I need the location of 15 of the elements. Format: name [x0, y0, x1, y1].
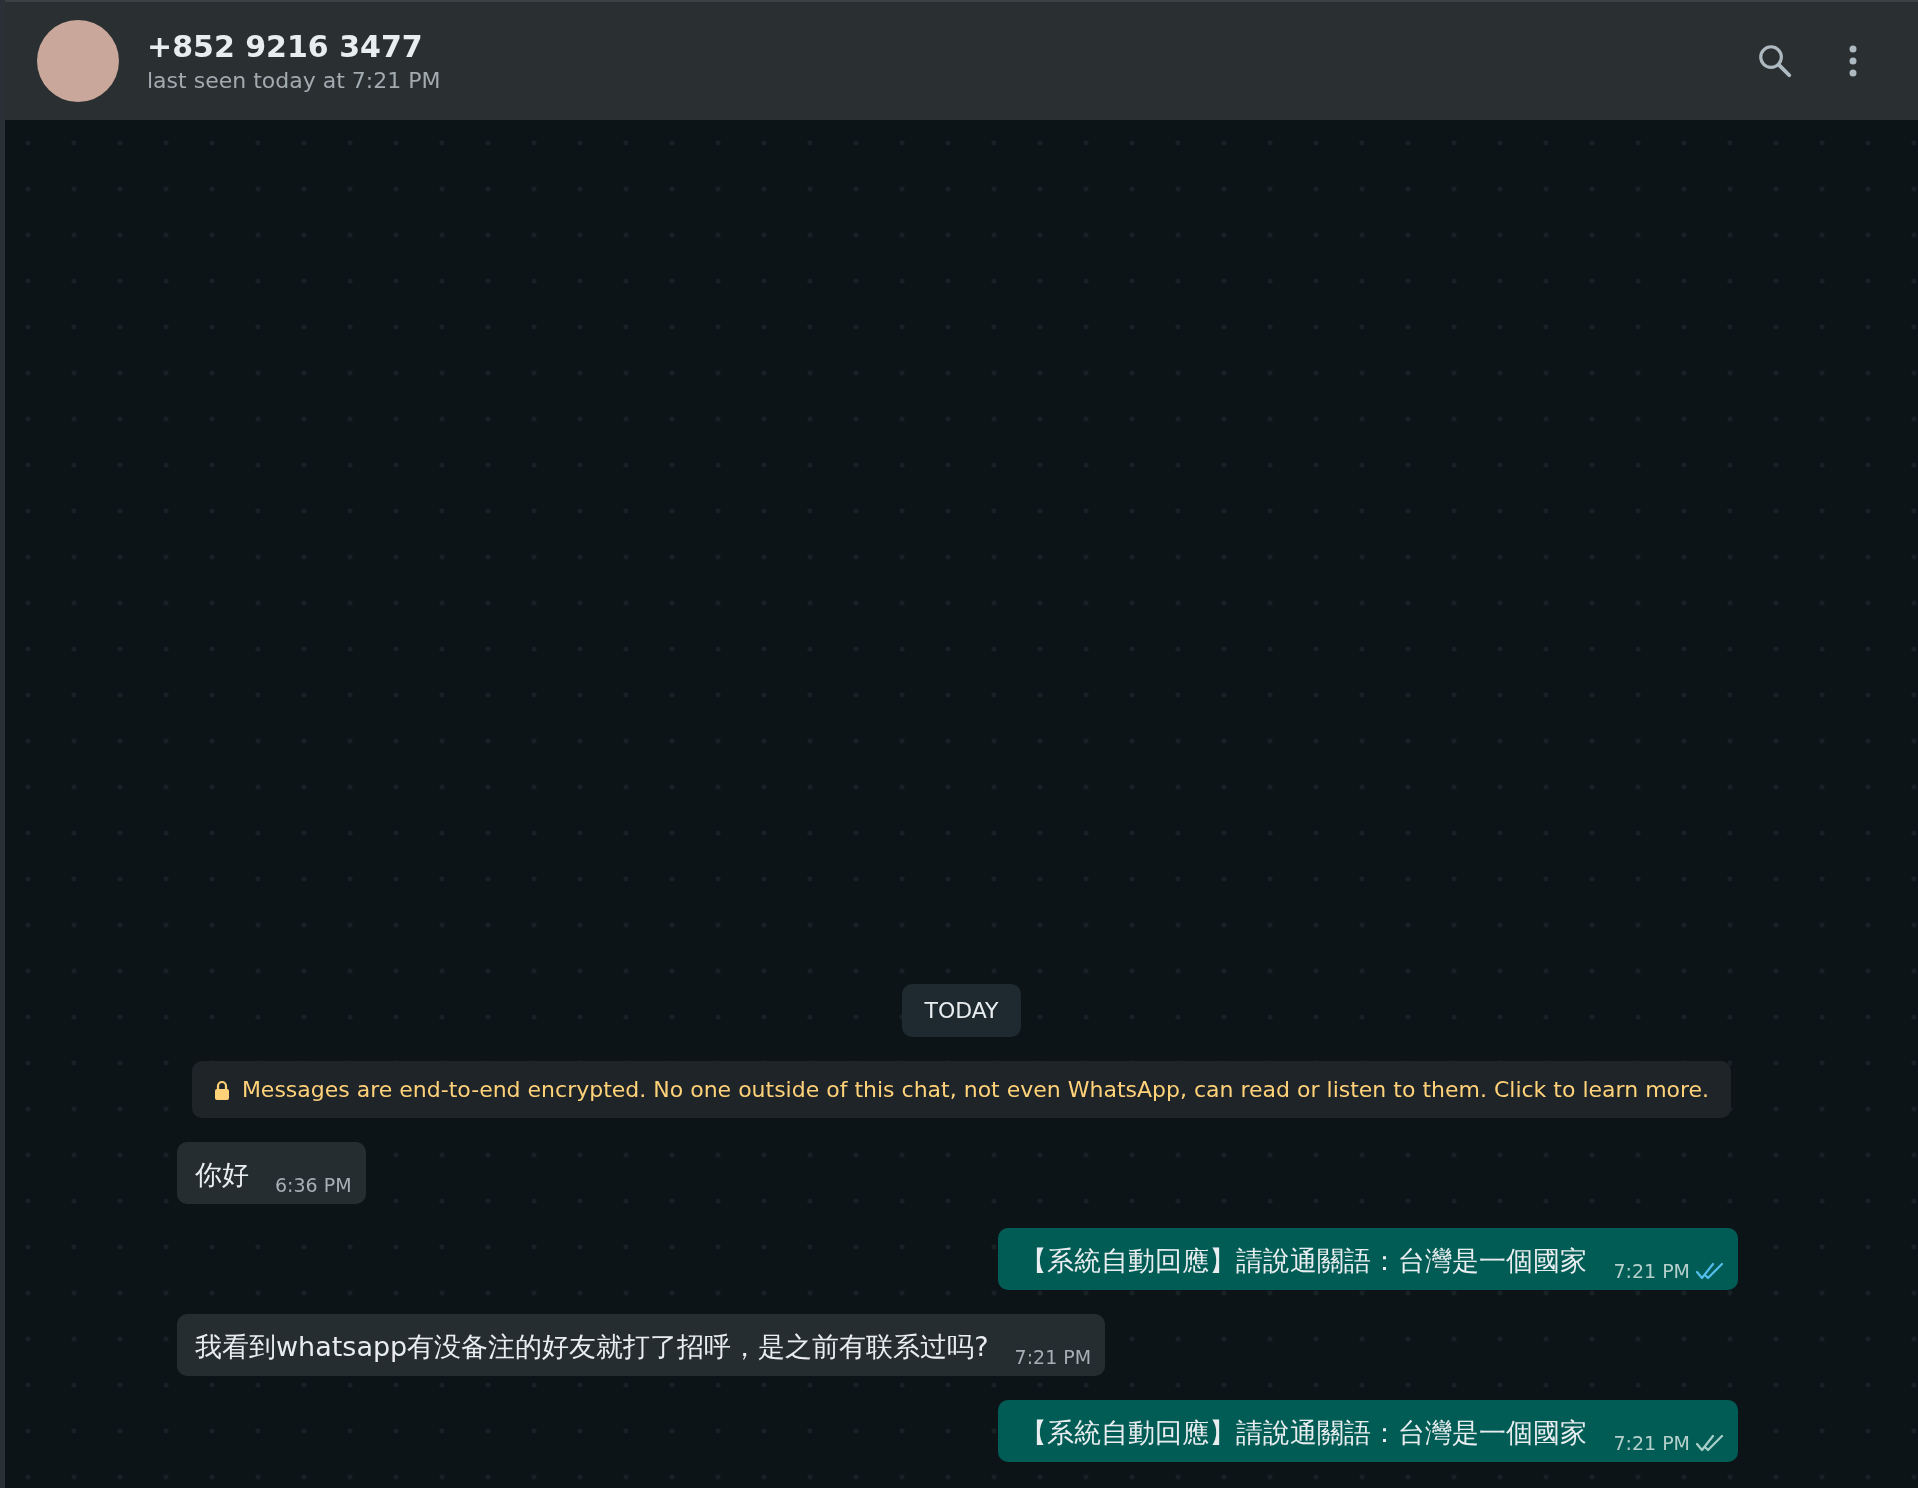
message-text: 你好	[195, 1158, 249, 1192]
message-text: 我看到whatsapp有没备注的好友就打了招呼，是之前有联系过吗?	[195, 1330, 989, 1364]
menu-icon[interactable]	[1848, 44, 1858, 78]
lock-icon	[213, 1079, 230, 1100]
message-time: 7:21 PM	[1014, 1346, 1092, 1368]
message-time: 7:21 PM	[1613, 1432, 1690, 1454]
message-time: 6:36 PM	[275, 1174, 352, 1196]
last-seen-status: last seen today at 7:21 PM	[147, 68, 442, 93]
encryption-notice[interactable]: Messages are end-to-end encrypted. No one outside of this chat, not even WhatsApp, can read or listen to them. Click to learn more.	[191, 1061, 1732, 1118]
message-text: 【系統自動回應】請說通關語：台灣是一個國家	[1020, 1416, 1588, 1450]
message-text: 【系統自動回應】請說通關語：台灣是一個國家	[1020, 1244, 1588, 1278]
search-icon[interactable]	[1756, 42, 1794, 80]
encryption-notice-text: Messages are end-to-end encrypted. No one outside of this chat, not even WhatsApp, can read or listen to them. Click to learn more.	[241, 1077, 1710, 1102]
message-time: 7:21 PM	[1613, 1260, 1690, 1282]
contact-name[interactable]: +852 9216 3477	[147, 29, 1756, 64]
